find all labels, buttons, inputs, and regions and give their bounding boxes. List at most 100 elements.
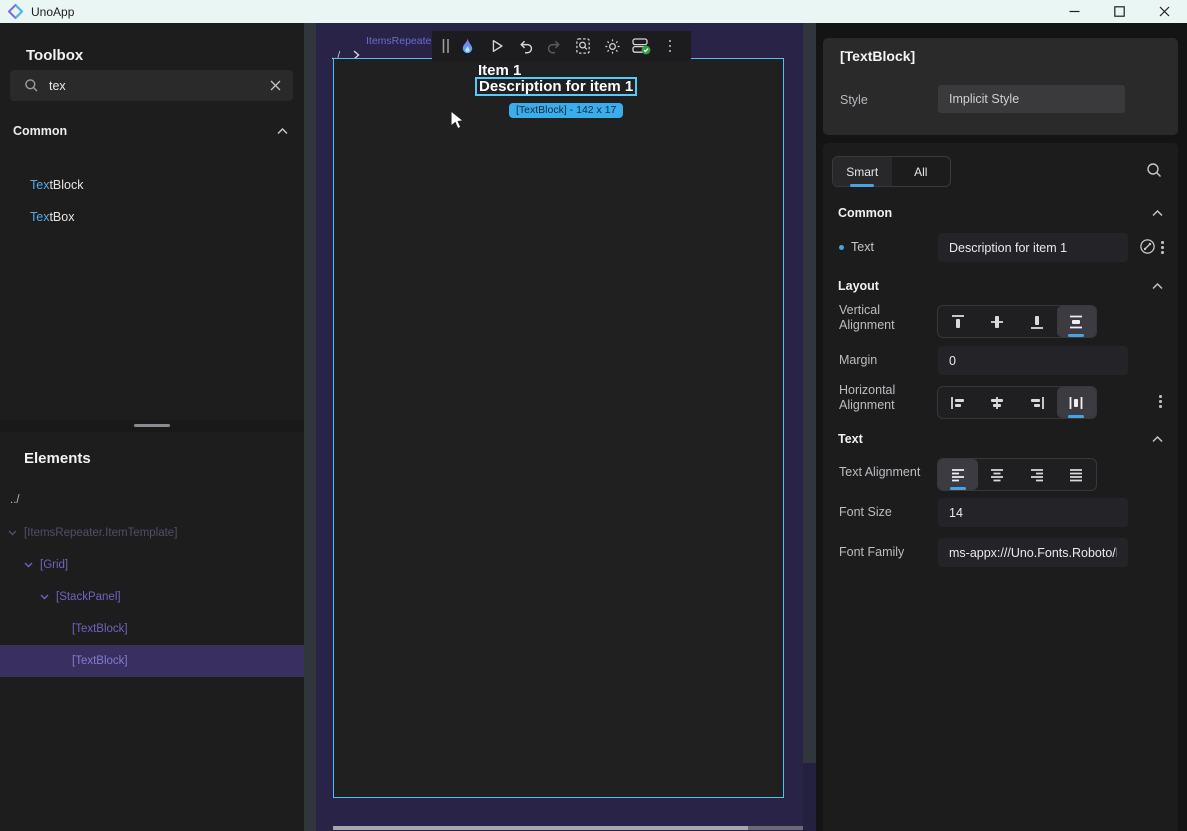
halign-center-button[interactable] <box>978 387 1018 418</box>
tree-item-label: [ItemsRepeater.ItemTemplate] <box>24 527 177 539</box>
section-label: Layout <box>838 279 879 293</box>
window-title: UnoApp <box>31 5 74 19</box>
margin-field[interactable] <box>938 346 1128 375</box>
left-panel-scrollbar[interactable] <box>304 23 316 831</box>
style-field[interactable] <box>938 85 1125 113</box>
prop-label: Text <box>851 240 874 254</box>
horizontal-alignment-label: Horizontal Alignment <box>839 383 919 413</box>
tree-item-textblock-2-selected[interactable]: [TextBlock] <box>0 645 304 677</box>
textalign-left-button[interactable] <box>938 459 978 490</box>
elements-root-path[interactable]: ../ <box>10 494 20 506</box>
toolbar-drag-handle[interactable] <box>442 38 450 54</box>
text-align-right-icon <box>1027 465 1047 485</box>
halign-left-button[interactable] <box>938 387 978 418</box>
align-vcenter-icon <box>987 312 1007 332</box>
chevron-up-icon <box>1152 436 1163 443</box>
section-common[interactable]: Common <box>838 206 1163 220</box>
chevron-up-icon <box>1152 283 1163 290</box>
panel-splitter[interactable] <box>0 420 304 432</box>
toolbox-item-textblock[interactable]: TextBlock <box>30 175 84 195</box>
splitter-grip[interactable] <box>134 424 170 427</box>
toolbox-panel: Toolbox Common TextBlock TextBox <box>0 23 304 420</box>
textalign-center-button[interactable] <box>978 459 1018 490</box>
selection-header-card: [TextBlock] Style <box>823 38 1178 135</box>
text-more-options[interactable] <box>1161 241 1164 254</box>
close-button[interactable] <box>1142 0 1187 23</box>
toolbox-search-input[interactable] <box>49 79 270 93</box>
tree-item-grid[interactable]: [Grid] <box>0 549 304 581</box>
align-vstretch-icon <box>1066 312 1086 332</box>
maximize-button[interactable] <box>1097 0 1142 23</box>
properties-panel: [TextBlock] Style Smart All Common <box>816 23 1187 831</box>
tree-item-textblock-1[interactable]: [TextBlock] <box>0 613 304 645</box>
font-size-label: Font Size <box>839 505 892 519</box>
data-connected-button[interactable] <box>630 35 652 57</box>
halign-stretch-button[interactable] <box>1057 387 1097 418</box>
text-alignment-label: Text Alignment <box>839 465 920 479</box>
toolbox-section-common[interactable]: Common <box>0 118 304 144</box>
hot-design-flame-icon[interactable] <box>457 35 479 57</box>
tab-all[interactable]: All <box>892 157 951 186</box>
mouse-cursor <box>450 110 468 132</box>
text-align-center-icon <box>987 465 1007 485</box>
font-family-field[interactable] <box>938 538 1128 567</box>
chevron-down-icon[interactable] <box>24 562 33 568</box>
match-text: Tex <box>30 178 49 192</box>
valign-center-button[interactable] <box>978 306 1018 337</box>
redo-button[interactable] <box>544 35 566 57</box>
properties-search-icon[interactable] <box>1146 162 1163 179</box>
active-tab-indicator <box>850 184 874 188</box>
tree-item-stackpanel[interactable]: [StackPanel] <box>0 581 304 613</box>
textalign-justify-button[interactable] <box>1057 459 1097 490</box>
chevron-down-icon[interactable] <box>8 530 17 536</box>
breadcrumb-itemsrepeater[interactable]: ItemsRepeater <box>366 35 435 47</box>
selected-indicator <box>950 487 966 490</box>
item-template-surface[interactable]: Item 1 Description for item 1 [TextBlock… <box>333 58 784 798</box>
tree-item-itemtemplate[interactable]: [ItemsRepeater.ItemTemplate] <box>0 517 304 549</box>
align-top-icon <box>948 312 968 332</box>
tab-smart[interactable]: Smart <box>833 157 892 186</box>
toolbox-item-textbox[interactable]: TextBox <box>30 207 74 227</box>
halign-right-button[interactable] <box>1017 387 1057 418</box>
font-size-field[interactable] <box>938 498 1128 527</box>
alignment-more-options[interactable] <box>1159 395 1162 408</box>
text-property-label: Text <box>839 240 874 254</box>
tab-label: All <box>914 165 927 179</box>
selected-textblock[interactable]: Description for item 1 <box>475 77 637 96</box>
valign-stretch-button[interactable] <box>1057 306 1097 337</box>
textalign-right-button[interactable] <box>1017 459 1057 490</box>
vertical-alignment-group <box>937 305 1097 338</box>
valign-top-button[interactable] <box>938 306 978 337</box>
clear-search-icon[interactable] <box>270 80 281 91</box>
canvas-vertical-scrollbar[interactable] <box>803 23 816 831</box>
chevron-down-icon[interactable] <box>40 594 49 600</box>
binding-icon[interactable] <box>1139 238 1156 255</box>
properties-tabs: Smart All <box>832 156 951 187</box>
tab-label: Smart <box>846 165 878 179</box>
theme-sun-button[interactable] <box>601 35 623 57</box>
properties-card: Smart All Common Text <box>823 143 1178 831</box>
play-button[interactable] <box>486 35 508 57</box>
valign-bottom-button[interactable] <box>1017 306 1057 337</box>
horizontal-alignment-group <box>937 386 1097 419</box>
tree-item-label: [StackPanel] <box>56 591 121 603</box>
scrollbar-thumb[interactable] <box>333 826 748 830</box>
section-text[interactable]: Text <box>838 432 1163 446</box>
selected-indicator <box>1068 415 1084 418</box>
toolbox-search[interactable] <box>10 70 293 101</box>
minimize-button[interactable] <box>1052 0 1097 23</box>
align-bottom-icon <box>1027 312 1047 332</box>
rest-text: tBlock <box>49 178 83 192</box>
inspect-element-button[interactable] <box>572 35 594 57</box>
elements-panel: Elements ../ [ItemsRepeater.ItemTemplate… <box>0 432 304 831</box>
elements-title: Elements <box>24 450 91 467</box>
tree-item-label: [TextBlock] <box>72 655 128 667</box>
canvas-horizontal-scrollbar[interactable] <box>333 826 803 830</box>
align-left-icon <box>948 393 968 413</box>
section-layout[interactable]: Layout <box>838 279 1163 293</box>
text-field[interactable] <box>938 233 1128 262</box>
undo-button[interactable] <box>515 35 537 57</box>
section-label: Common <box>838 206 892 220</box>
scrollbar-thumb[interactable] <box>803 23 816 763</box>
more-options-button[interactable] <box>659 35 681 57</box>
